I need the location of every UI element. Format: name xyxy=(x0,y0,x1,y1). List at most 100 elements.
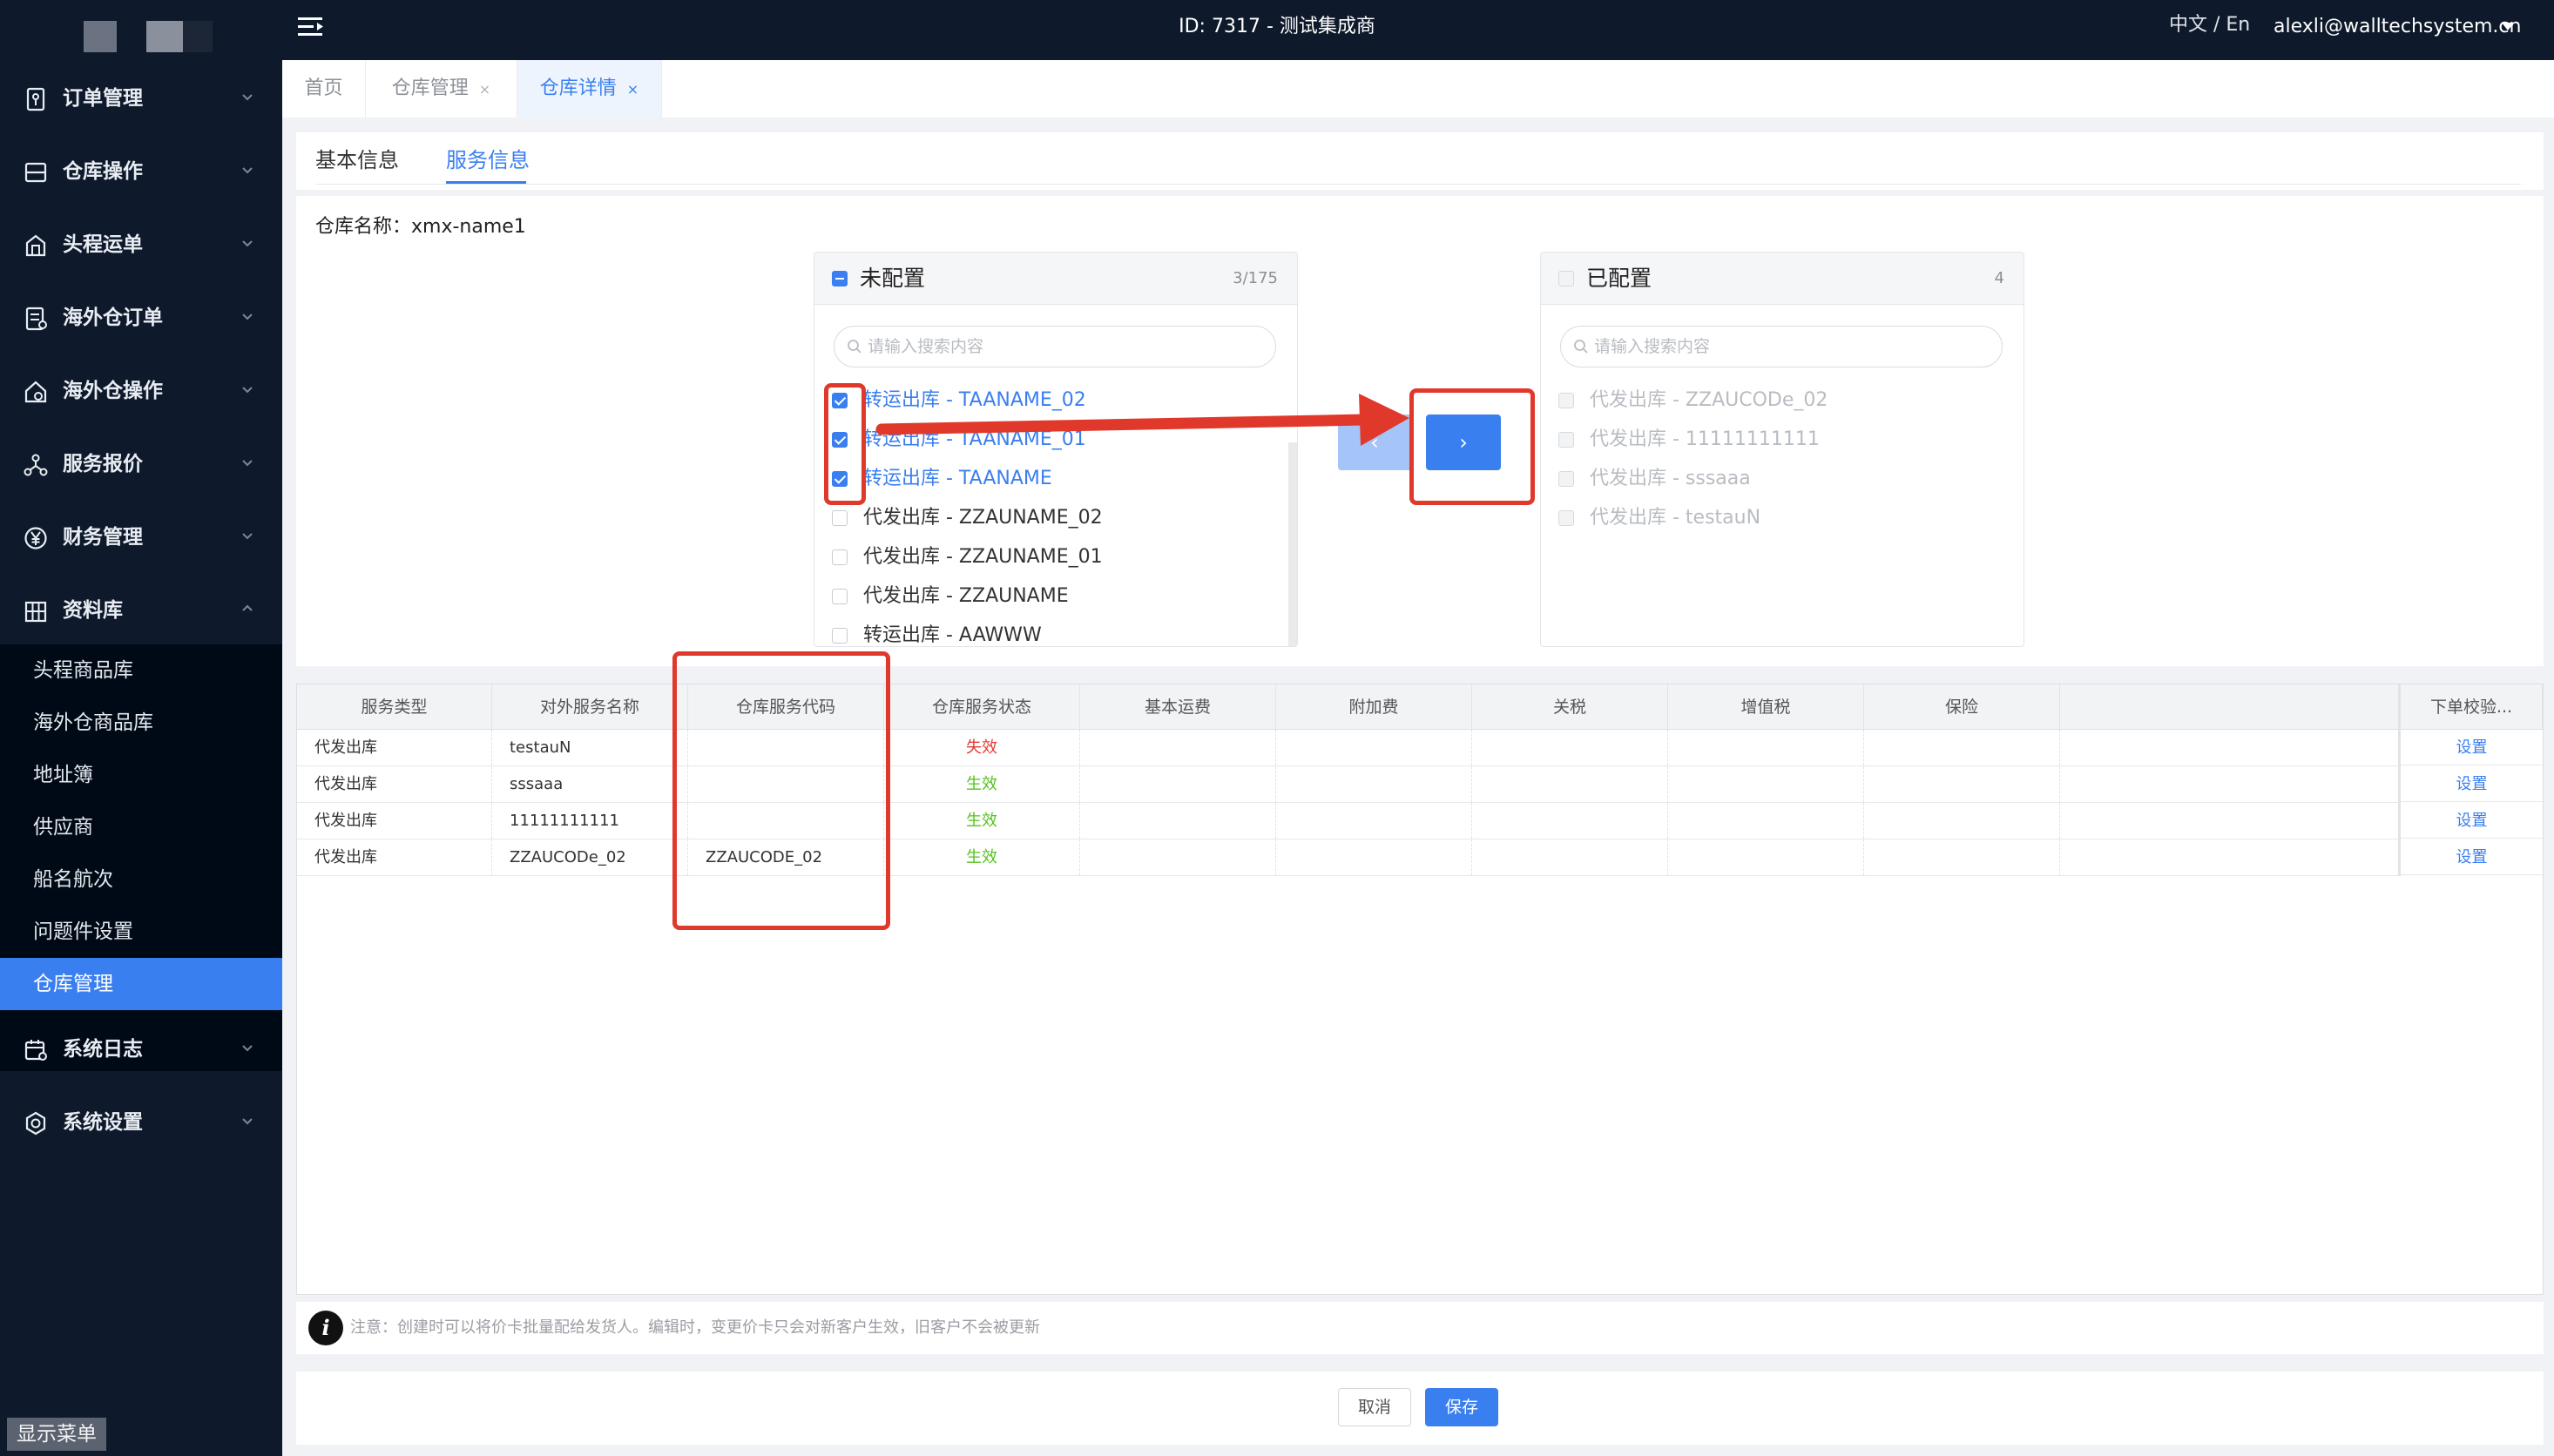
sidebar-item-label: 海外仓操作 xyxy=(63,380,163,402)
select-all-checkbox[interactable] xyxy=(832,271,848,286)
column-header: 附加费 xyxy=(1276,684,1472,730)
submenu-data-library: 头程商品库 海外仓商品库 地址簿 供应商 船名航次 问题件设置 仓库管理 xyxy=(0,644,282,1071)
list-item[interactable]: 转运出库 - TAANAME xyxy=(832,462,1267,496)
item-checkbox[interactable] xyxy=(832,589,848,604)
save-button[interactable]: 保存 xyxy=(1425,1388,1498,1426)
list-item[interactable]: 转运出库 - TAANAME_02 xyxy=(832,383,1267,418)
move-left-button[interactable]: ‹ xyxy=(1338,415,1411,470)
row-settings-link[interactable]: 设置 xyxy=(2401,803,2543,839)
search-box xyxy=(1560,326,2003,367)
form-footer: 取消 保存 xyxy=(296,1372,2544,1445)
item-label: 代发出库 - ZZAUNAME xyxy=(863,585,1069,607)
calendar-icon xyxy=(24,1040,47,1061)
sidebar-item-system-settings[interactable]: 系统设置 xyxy=(0,1084,282,1157)
sidebar-subitem-issue-settings[interactable]: 问题件设置 xyxy=(0,906,282,958)
scrollbar[interactable] xyxy=(1288,442,1297,646)
caret-down-icon[interactable] xyxy=(2502,23,2514,30)
sidebar-item-label: 财务管理 xyxy=(63,526,143,549)
sidebar-subitem-vessel-voyage[interactable]: 船名航次 xyxy=(0,853,282,906)
sidebar-item-first-leg[interactable]: 头程运单 xyxy=(0,206,282,280)
sidebar-item-data-library[interactable]: 资料库 xyxy=(0,572,282,645)
sidebar-subitem-label: 海外仓商品库 xyxy=(33,711,153,734)
subtab-service-info[interactable]: 服务信息 xyxy=(446,145,530,176)
cell-empty xyxy=(1276,730,1472,765)
sidebar-subitem-suppliers[interactable]: 供应商 xyxy=(0,801,282,853)
column-header: 下单校验... xyxy=(2398,684,2543,730)
cell-type: 代发出库 xyxy=(297,839,492,875)
subtab-basic-info[interactable]: 基本信息 xyxy=(315,145,399,176)
sidebar-subitem-warehouse-management[interactable]: 仓库管理 xyxy=(0,958,282,1010)
sidebar-subitem-first-leg-products[interactable]: 头程商品库 xyxy=(0,644,282,697)
column-header: 对外服务名称 xyxy=(492,684,688,730)
logo xyxy=(84,21,117,52)
logo-text xyxy=(146,21,213,52)
item-label: 转运出库 - AAWWW xyxy=(863,624,1042,646)
column-header: 增值税 xyxy=(1668,684,1864,730)
menu-collapse-icon[interactable] xyxy=(296,14,326,40)
select-all-checkbox[interactable] xyxy=(1558,271,1574,286)
item-checkbox[interactable] xyxy=(832,549,848,565)
item-checkbox[interactable] xyxy=(832,510,848,526)
transfer-configured-panel: 已配置 4 代发出库 - ZZAUCODe_02 代发出库 - 11111111… xyxy=(1540,252,2024,647)
chevron-down-icon xyxy=(242,240,253,247)
item-label: 转运出库 - TAANAME_01 xyxy=(863,428,1086,450)
language-switch[interactable]: 中文 / En xyxy=(2169,12,2250,38)
shipment-icon xyxy=(25,234,46,257)
row-settings-link[interactable]: 设置 xyxy=(2401,730,2543,765)
list-item[interactable]: 代发出库 - ZZAUNAME_01 xyxy=(832,540,1267,575)
search-input[interactable] xyxy=(1594,332,1977,361)
option-list: 转运出库 - TAANAME_02 转运出库 - TAANAME_01 转运出库… xyxy=(814,383,1285,646)
item-label: 代发出库 - ZZAUNAME_02 xyxy=(863,507,1103,529)
sidebar-subitem-overseas-products[interactable]: 海外仓商品库 xyxy=(0,697,282,749)
tab-label: 仓库管理 xyxy=(391,78,469,99)
column-header: 仓库服务状态 xyxy=(884,684,1080,730)
tab-warehouse-management[interactable]: 仓库管理 × xyxy=(366,60,517,118)
row-settings-link[interactable]: 设置 xyxy=(2401,766,2543,802)
close-icon[interactable]: × xyxy=(627,81,638,98)
row-settings-link[interactable]: 设置 xyxy=(2401,839,2543,875)
divider xyxy=(315,184,2521,185)
search-icon xyxy=(1574,340,1588,354)
search-box xyxy=(834,326,1276,367)
chevron-down-icon xyxy=(242,460,253,467)
sidebar-item-overseas-ops[interactable]: 海外仓操作 xyxy=(0,353,282,426)
cancel-button[interactable]: 取消 xyxy=(1338,1388,1411,1426)
settings-icon xyxy=(25,1111,46,1136)
sidebar-subitem-label: 供应商 xyxy=(33,816,93,839)
sidebar-item-overseas-orders[interactable]: 海外仓订单 xyxy=(0,280,282,353)
list-item[interactable]: 转运出库 - TAANAME_01 xyxy=(832,422,1267,457)
notice-bar: i 注意：创建时可以将价卡批量配给发货人。编辑时，变更价卡只会对新客户生效，旧客… xyxy=(296,1302,2544,1354)
cell-empty xyxy=(1472,766,1668,802)
list-item[interactable]: 代发出库 - ZZAUNAME_02 xyxy=(832,501,1267,536)
sidebar-item-finance[interactable]: 财务管理 xyxy=(0,499,282,572)
item-label: 转运出库 - TAANAME xyxy=(863,468,1052,489)
cell-type: 代发出库 xyxy=(297,803,492,839)
sidebar-item-warehouse-ops[interactable]: 仓库操作 xyxy=(0,133,282,206)
tab-warehouse-detail[interactable]: 仓库详情 × xyxy=(517,60,662,118)
show-menu-button[interactable]: 显示菜单 xyxy=(7,1418,106,1451)
sidebar-item-label: 系统设置 xyxy=(63,1111,143,1134)
sidebar-subitem-label: 问题件设置 xyxy=(33,920,133,943)
cell-empty xyxy=(1864,839,2060,875)
sidebar-item-orders[interactable]: 订单管理 xyxy=(0,60,282,133)
cell-name: 11111111111 xyxy=(492,803,688,839)
cell-empty xyxy=(1472,730,1668,765)
item-label: 代发出库 - sssaaa xyxy=(1590,468,1751,489)
close-icon[interactable]: × xyxy=(479,81,490,98)
search-input[interactable] xyxy=(868,332,1251,361)
sidebar-subitem-address-book[interactable]: 地址簿 xyxy=(0,749,282,801)
sidebar-item-system-logs[interactable]: 系统日志 xyxy=(0,1011,282,1084)
list-item[interactable]: 代发出库 - ZZAUNAME xyxy=(832,579,1267,614)
user-menu[interactable]: alexli@walltechsystem.cn xyxy=(2274,14,2521,40)
sidebar-subitem-label: 头程商品库 xyxy=(33,659,133,682)
item-checkbox[interactable] xyxy=(832,628,848,644)
tab-home[interactable]: 首页 xyxy=(282,60,366,118)
cell-empty xyxy=(1080,766,1276,802)
list-item[interactable]: 转运出库 - AAWWW xyxy=(832,618,1267,646)
warehouse-name: 仓库名称：xmx-name1 xyxy=(315,216,526,238)
list-item: 代发出库 - sssaaa xyxy=(1558,462,1994,496)
table-row: 代发出库 sssaaa 生效 xyxy=(297,766,2543,803)
cell-empty xyxy=(1472,839,1668,875)
sidebar-item-quotes[interactable]: 服务报价 xyxy=(0,426,282,499)
item-label: 代发出库 - testauN xyxy=(1590,507,1761,529)
